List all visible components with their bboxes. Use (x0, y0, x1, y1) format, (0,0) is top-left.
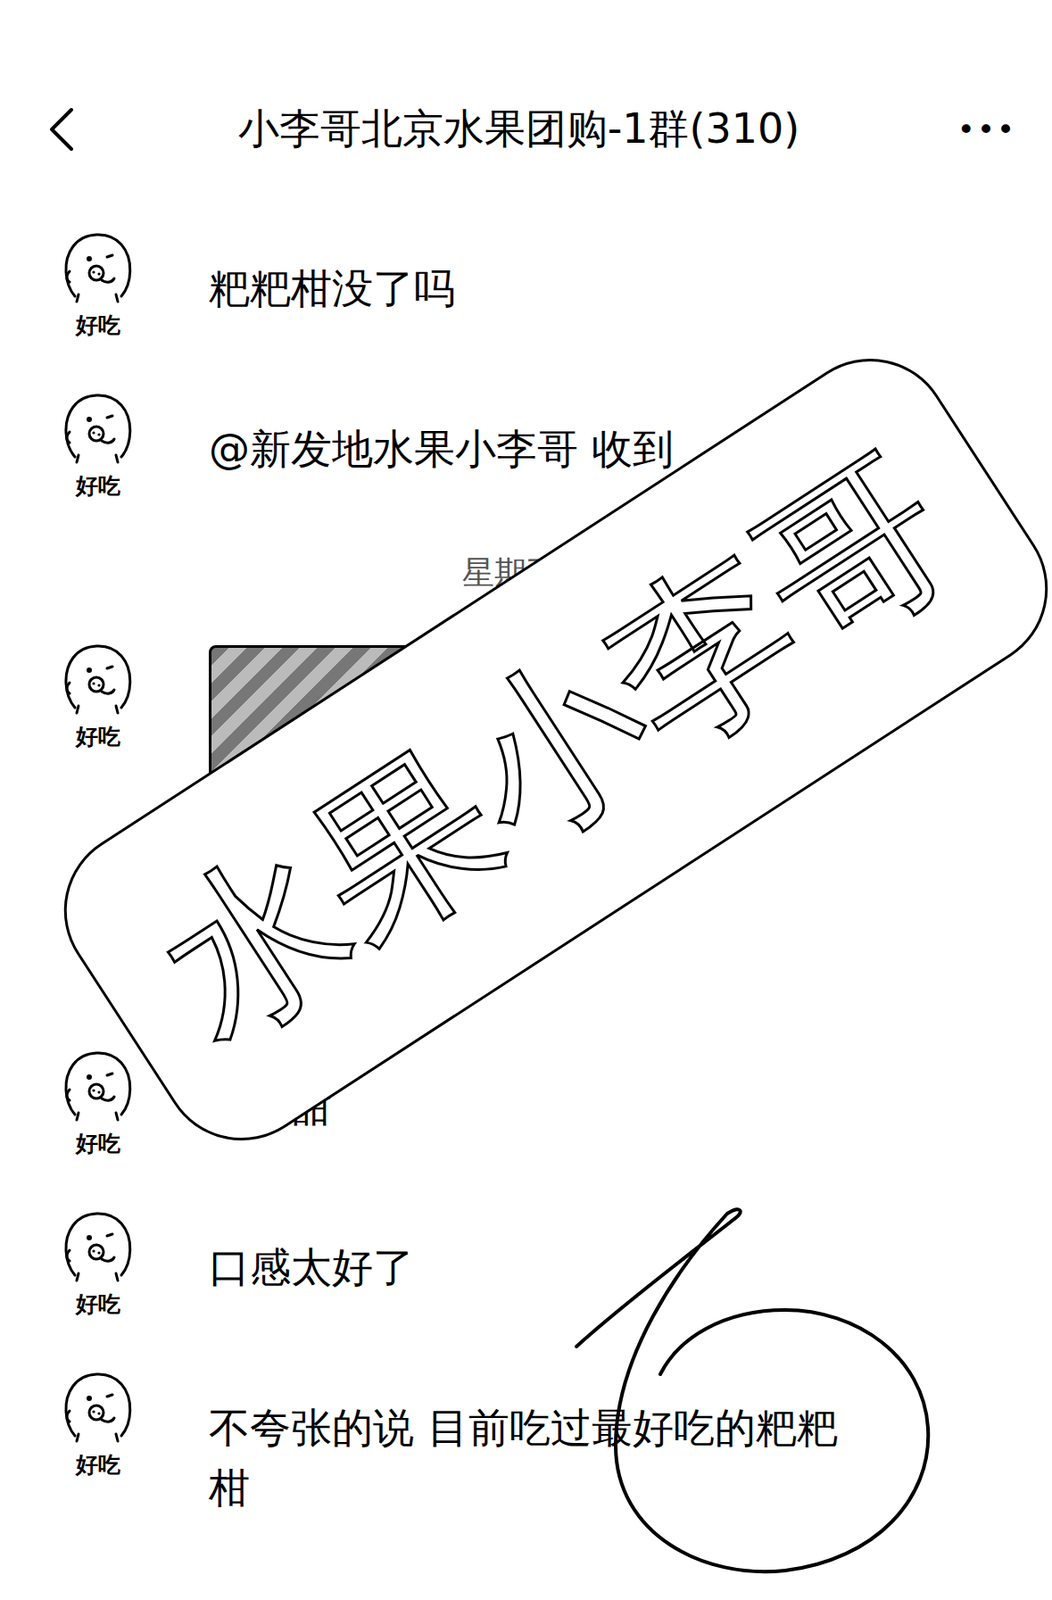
more-button[interactable]: ••• (957, 111, 1017, 148)
circle-annotation-icon (0, 0, 1052, 1600)
sender-name: 好吃 (75, 310, 121, 340)
message-text: 粑粑柑没了吗 (208, 224, 456, 319)
message-row: 好吃 粑粑柑没了吗 (0, 224, 1052, 350)
message-text: @新发地水果小李哥 收到 (208, 385, 674, 480)
chat-header: 小李哥北京水果团购-1群(310) ••• (0, 0, 1052, 170)
sender-name: 好吃 (75, 1128, 121, 1159)
message-text: 不夸张的说 目前吃过最好吃的粑粑柑 (208, 1364, 852, 1517)
avatar-icon[interactable] (57, 1043, 140, 1126)
avatar-icon[interactable] (57, 224, 140, 307)
sender[interactable]: 好吃 (35, 385, 161, 501)
sender[interactable]: 好吃 (35, 1364, 161, 1480)
sender[interactable]: 好吃 (35, 636, 161, 752)
chat-screen: 小李哥北京水果团购-1群(310) ••• 好吃 粑粑柑没了吗 好吃 @新发地水… (0, 0, 1052, 1600)
message-row: 好吃 口感太好了 (0, 1203, 1052, 1329)
sender[interactable]: 好吃 (35, 224, 161, 340)
avatar-icon[interactable] (57, 636, 140, 719)
avatar-icon[interactable] (57, 385, 140, 468)
back-icon[interactable] (44, 106, 81, 153)
watermark-text: 水果小李哥 (115, 405, 996, 1094)
group-title: 小李哥北京水果团购-1群(310) (80, 101, 958, 158)
avatar-icon[interactable] (57, 1364, 140, 1447)
sender-name: 好吃 (75, 471, 121, 501)
sender-name: 好吃 (75, 1289, 121, 1319)
sender[interactable]: 好吃 (35, 1043, 161, 1159)
message-row: 好吃 不夸张的说 目前吃过最好吃的粑粑柑 (0, 1364, 1052, 1517)
message-text: 口感太好了 (208, 1203, 415, 1298)
sender-name: 好吃 (75, 721, 121, 752)
sender-name: 好吃 (75, 1449, 121, 1480)
sender[interactable]: 好吃 (35, 1203, 161, 1319)
avatar-icon[interactable] (57, 1203, 140, 1286)
